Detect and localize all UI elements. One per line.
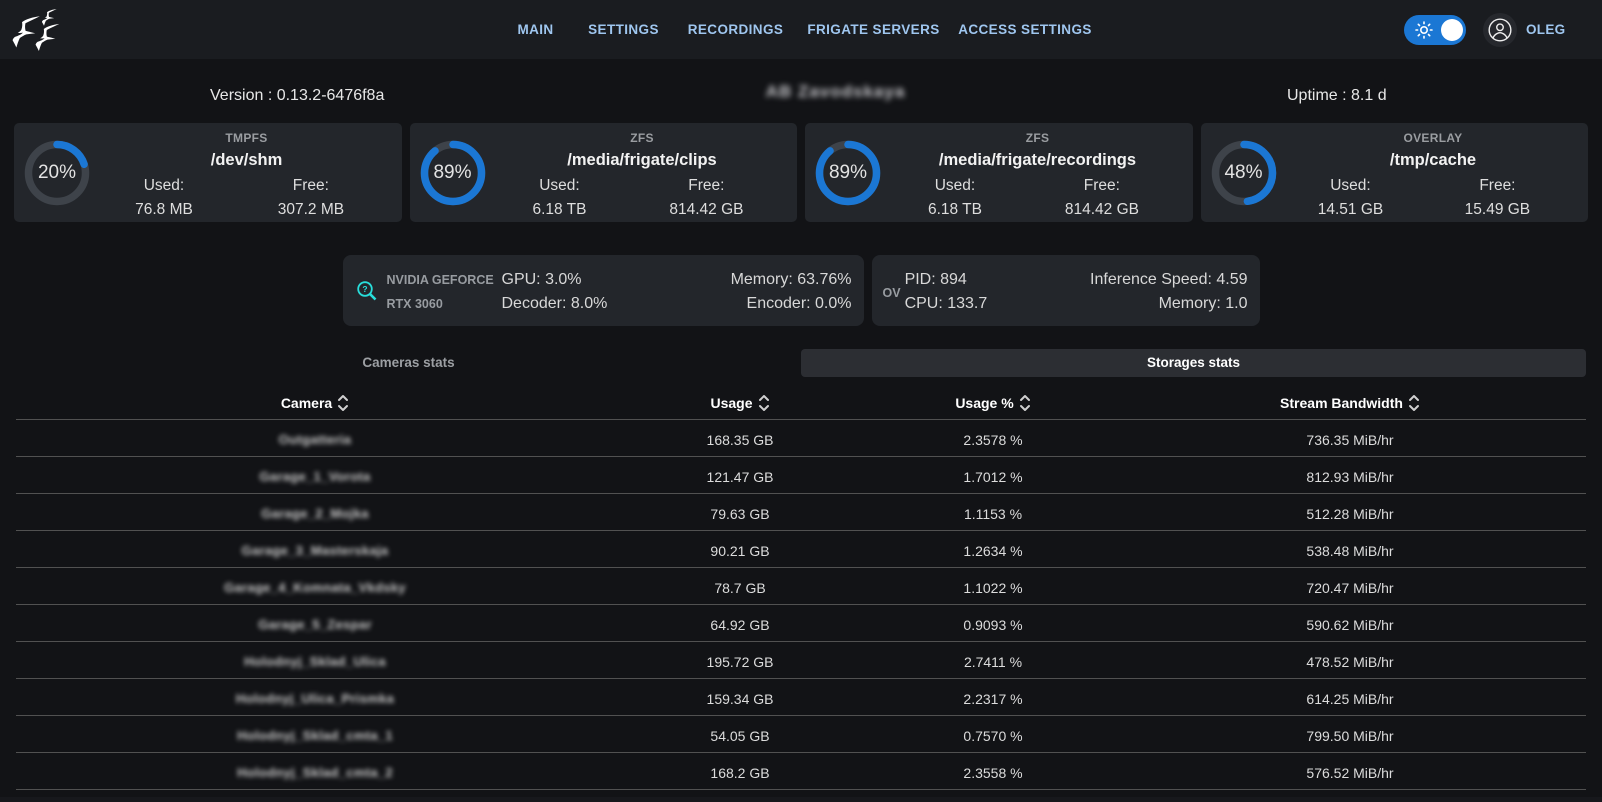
svg-text:?: ?	[362, 284, 367, 294]
